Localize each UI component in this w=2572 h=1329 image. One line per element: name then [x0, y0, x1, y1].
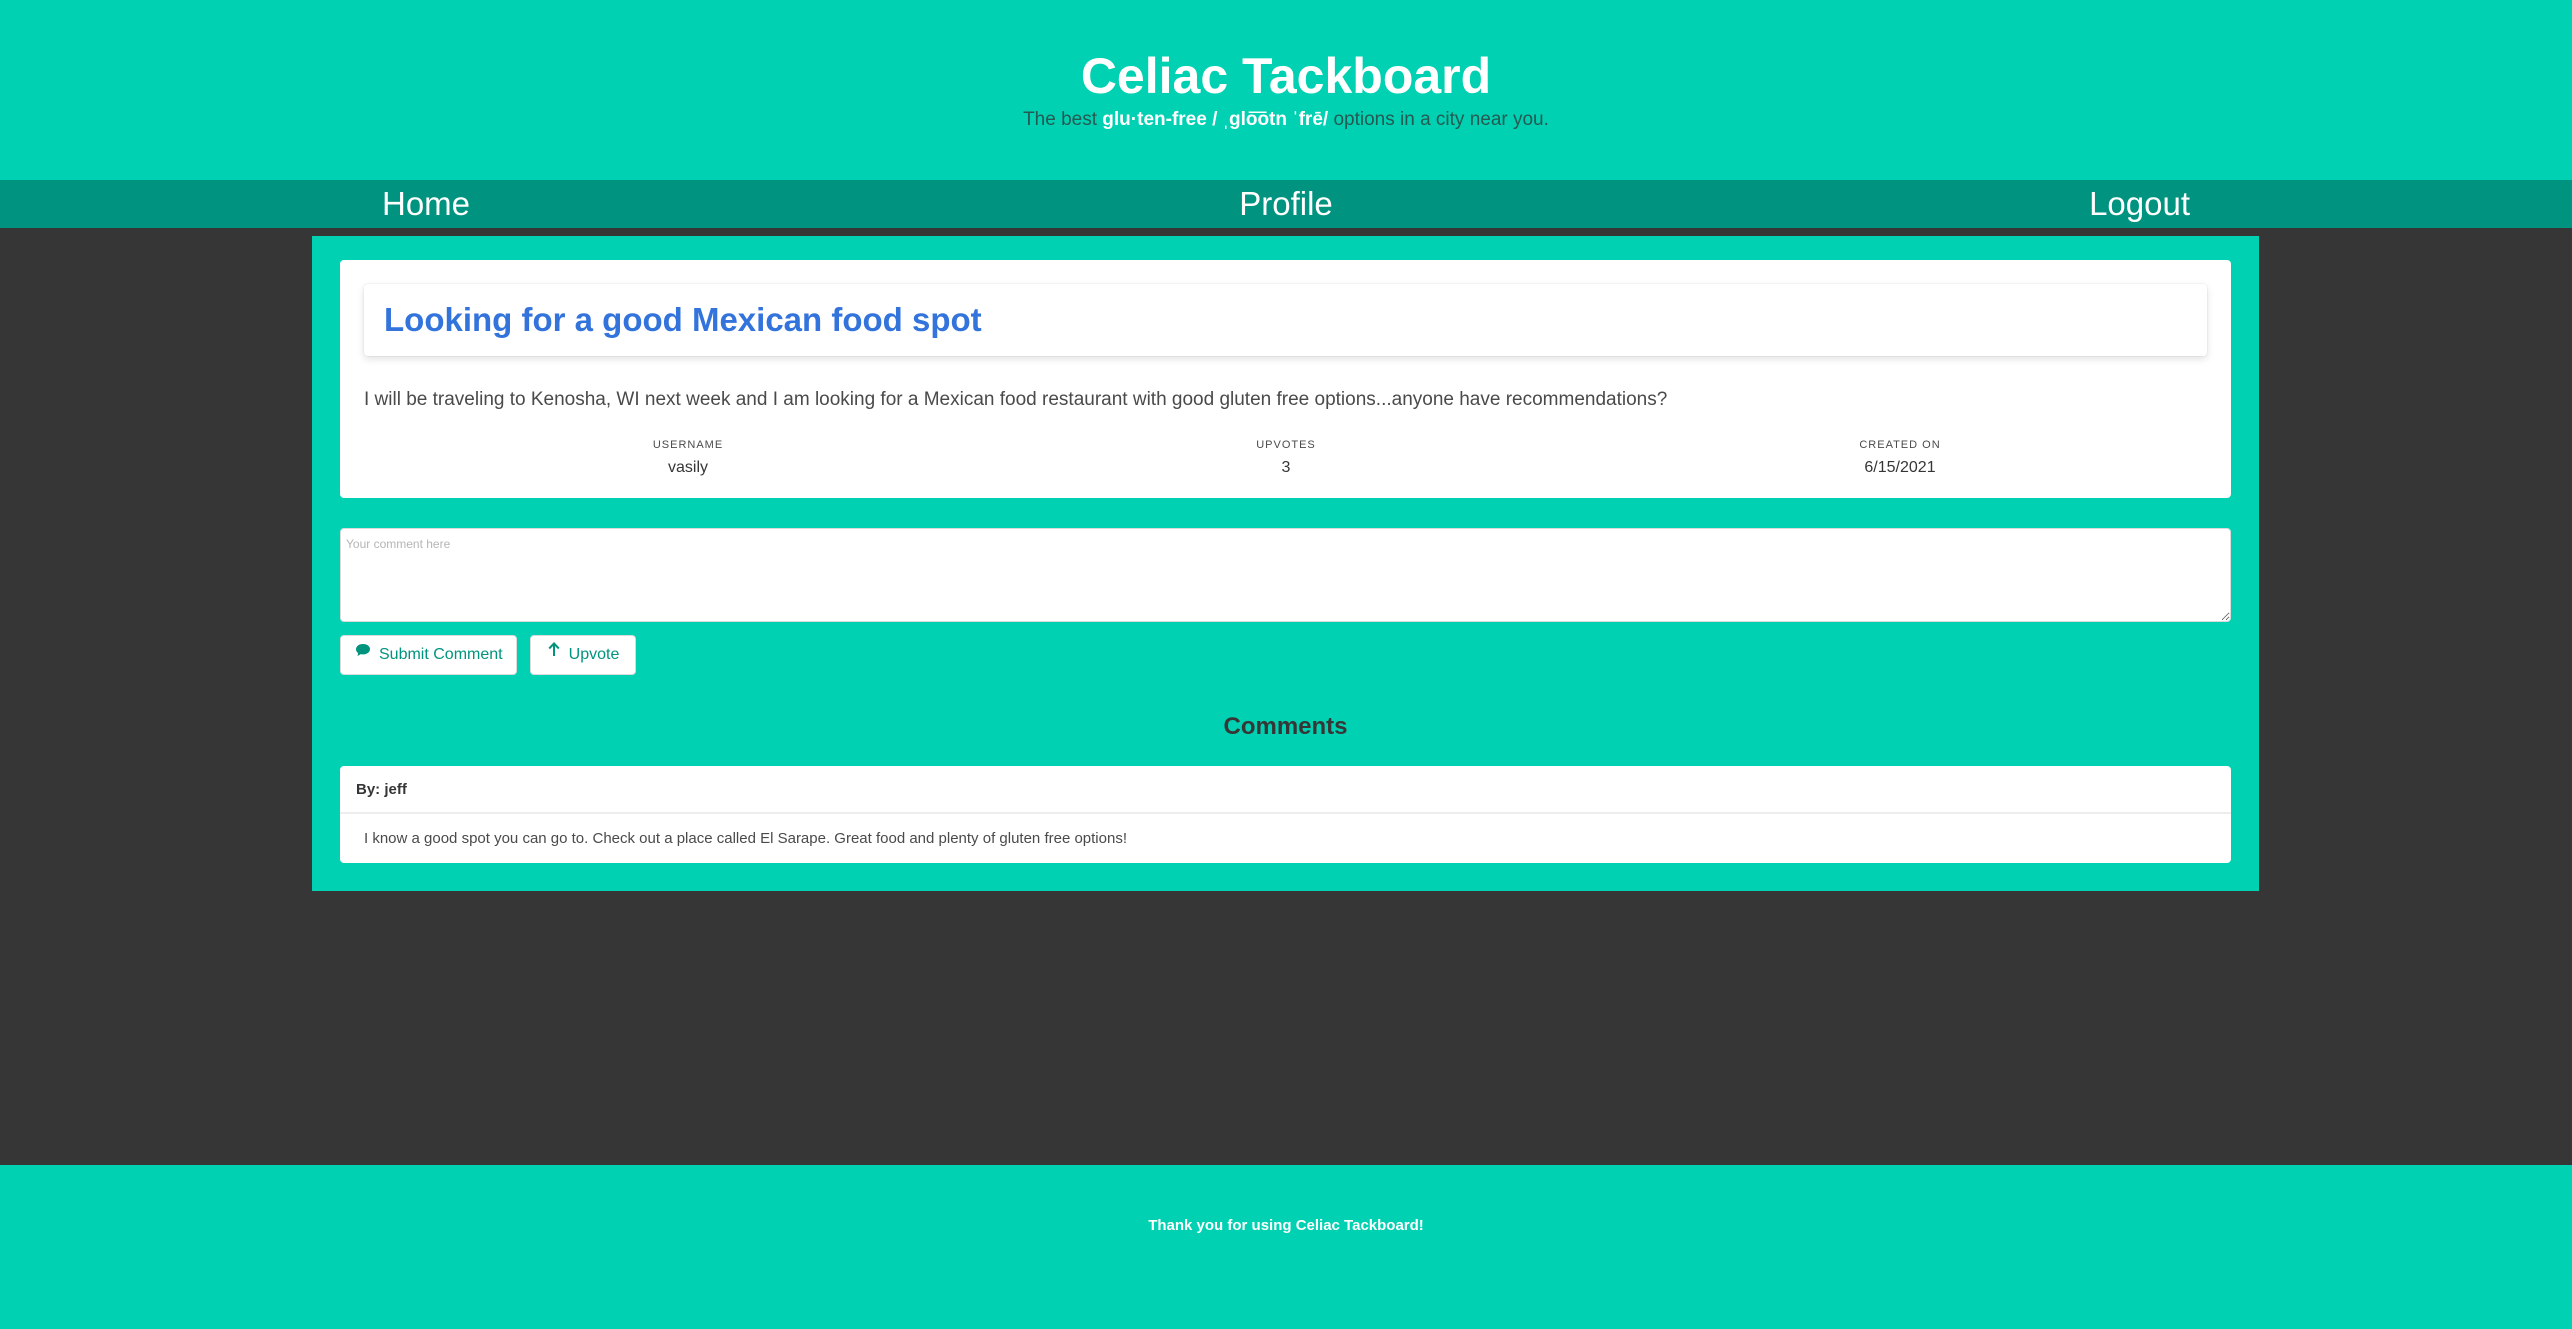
footer-text: Thank you for using Celiac Tackboard! — [1148, 1217, 1424, 1234]
comments-heading: Comments — [1223, 713, 1348, 740]
main-navbar: Home Profile Logout — [0, 180, 2572, 228]
arrow-up-icon — [547, 634, 561, 672]
submit-comment-label: Submit Comment — [379, 646, 503, 664]
post-title-box: Looking for a good Mexican food spot — [364, 284, 2207, 356]
submit-comment-button[interactable]: Submit Comment — [340, 635, 517, 675]
tagline-suffix: options in a city near you. — [1328, 109, 1549, 130]
username-value: vasily — [667, 459, 708, 476]
site-title: Celiac Tackboard — [1080, 48, 1492, 104]
comment-card: By: jeff I know a good spot you can go t… — [340, 766, 2231, 863]
post-upvotes-meta: UPVOTES 3 — [1136, 438, 1436, 478]
post-body: I will be traveling to Kenosha, WI next … — [364, 389, 1668, 410]
upvotes-value: 3 — [1281, 459, 1291, 476]
post-card: Looking for a good Mexican food spot I w… — [340, 260, 2231, 498]
comment-input[interactable] — [340, 528, 2231, 622]
username-label: USERNAME — [652, 439, 724, 451]
upvote-label: Upvote — [568, 646, 620, 664]
post-title: Looking for a good Mexican food spot — [384, 301, 982, 338]
post-panel: Looking for a good Mexican food spot I w… — [312, 236, 2259, 891]
comment-header: By: jeff — [340, 766, 2231, 814]
post-created-meta: CREATED ON 6/15/2021 — [1750, 438, 2050, 478]
comment-icon — [355, 634, 371, 672]
tagline-pronunciation: glu·ten-free / ˌɡlo͞otn ˈfrē/ — [1102, 109, 1329, 130]
nav-logout-link[interactable]: Logout — [2089, 180, 2190, 228]
post-username-meta: USERNAME vasily — [538, 438, 838, 478]
tagline-prefix: The best — [1023, 109, 1103, 130]
site-tagline: The best glu·ten-free / ˌɡlo͞otn ˈfrē/ o… — [0, 108, 2572, 132]
upvotes-label: UPVOTES — [1256, 439, 1316, 451]
created-value: 6/15/2021 — [1864, 459, 1936, 476]
comment-author: By: jeff — [356, 781, 407, 798]
site-header: Celiac Tackboard The best glu·ten-free /… — [0, 0, 2572, 180]
created-label: CREATED ON — [1859, 439, 1941, 451]
upvote-button[interactable]: Upvote — [530, 635, 636, 675]
comment-text: I know a good spot you can go to. Check … — [364, 830, 1127, 847]
site-footer: Thank you for using Celiac Tackboard! — [0, 1165, 2572, 1329]
